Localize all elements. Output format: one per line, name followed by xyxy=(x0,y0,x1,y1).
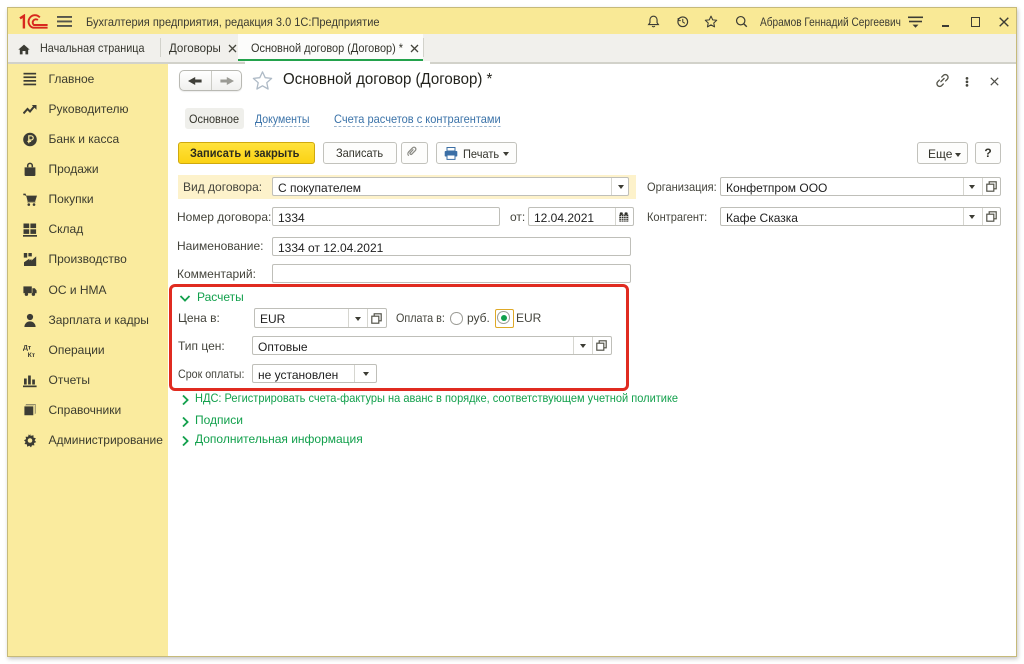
svg-text:Кт: Кт xyxy=(28,352,36,358)
svg-text:Дт: Дт xyxy=(23,344,32,351)
